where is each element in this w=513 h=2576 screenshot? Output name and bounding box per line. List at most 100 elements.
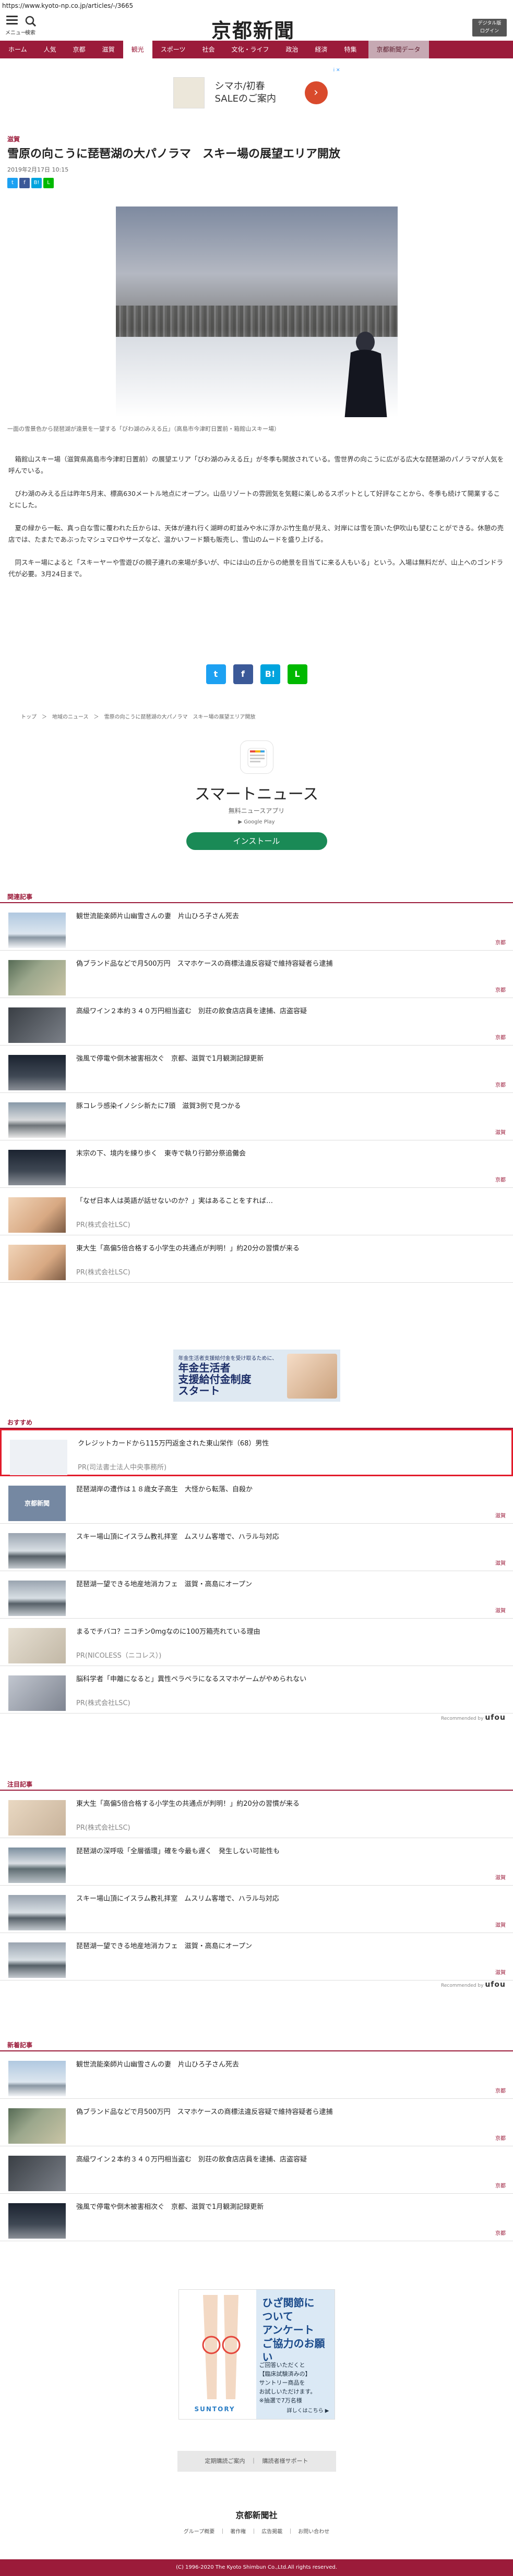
category-tag: 京都 [495, 1083, 506, 1088]
url-bar[interactable]: https://www.kyoto-np.co.jp/articles/-/36… [0, 0, 513, 11]
search-icon[interactable] [25, 16, 37, 27]
article-title: 雪原の向こうに琵琶湖の大パノラマ スキー場の展望エリア開放 [7, 148, 341, 161]
article-link-title[interactable]: 琵琶湖の深呼吸「全層循環」確を今最も遅く 発生しない可能性も [76, 1846, 506, 1857]
article-link-title[interactable]: 観世流能楽師片山幽雪さんの妻 片山ひろ子さん死去 [76, 2060, 506, 2070]
top-banner-ad[interactable]: i ✕ シマホ/初春 SALEのご案内 › [173, 68, 340, 115]
knee-survey-ad[interactable]: ひざ関節に ついて アンケート ご協力のお願い ご回答いただくと 【臨床試験済み… [178, 2289, 335, 2420]
person-figure [344, 332, 387, 417]
related-heading: 関連記事 [0, 892, 513, 903]
article-link-title[interactable]: 偽ブランド品などで月500万円 スマホケースの商標法違反容疑で維持容疑者ら逮捕 [76, 959, 506, 969]
site-logo[interactable]: 京都新聞 [211, 15, 295, 43]
pension-ad-photo [287, 1354, 337, 1399]
article-thumbnail [8, 1150, 66, 1185]
list-item[interactable]: 豚コレラ感染イノシシ新たに7頭 滋賀3例で見つかる 滋賀 [0, 1093, 513, 1140]
list-item[interactable]: 琵琶湖の深呼吸「全層循環」確を今最も遅く 発生しない可能性も滋賀 [0, 1838, 513, 1886]
hatena-share-icon[interactable]: B! [31, 178, 42, 188]
nav-item[interactable]: 人気 [35, 41, 65, 58]
nav-item[interactable]: 観光 [123, 41, 152, 58]
article-link-title[interactable]: 豚コレラ感染イノシシ新たに7頭 滋賀3例で見つかる [76, 1101, 506, 1112]
footer-links[interactable]: 定期購読ご案内 ｜ 購読者様サポート [177, 2451, 336, 2472]
category-tag: 滋賀 [495, 1608, 506, 1614]
list-item[interactable]: スキー場山頂にイスラム教礼拝室 ムスリム客増で、ハラル与対応 滋賀 [0, 1886, 513, 1933]
article-thumbnail [8, 1055, 66, 1090]
footer-nav[interactable]: グループ概要 ｜ 著作権 ｜ 広告掲載 ｜ お問い合わせ [0, 2527, 513, 2535]
article-link-title[interactable]: 「なぜ日本人は英語が話せないのか？」実はあることをすれば… [76, 1196, 506, 1207]
list-item[interactable]: 高級ワイン２本約３４０万円相当盗む 別荘の飲食店店員を逮捕、店盗容疑 京都 [0, 998, 513, 1046]
article-link-title[interactable]: 琵琶湖岸の遭作は１８歳女子高生 大怪から転落、自殺か [76, 1485, 506, 1495]
list-item[interactable]: 偽ブランド品などで月500万円 スマホケースの商標法違反容疑で維持容疑者ら逮捕京… [0, 2099, 513, 2146]
list-item[interactable]: 琵琶湖一望できる地産地消カフェ 滋賀・高島にオープン 滋賀 [0, 1933, 513, 1980]
category-tag: 滋賀 [495, 1875, 506, 1881]
category-tag: 京都 [495, 988, 506, 993]
sponsor-label: PR(株式会社LSC) [76, 1699, 130, 1707]
line-share-icon[interactable]: L [43, 178, 54, 188]
list-item[interactable]: 末宗の下、境内を練り歩く 東寺で執り行節分祭追儺会 京都 [0, 1140, 513, 1188]
list-item[interactable]: 琵琶湖一望できる地産地消カフェ 滋賀・高島にオープン滋賀 [0, 1571, 513, 1619]
list-item[interactable]: 東大生「高偏5倍合格する小学生の共通点が判明！」約20分の習慣が来る PR(株式会… [0, 1235, 513, 1283]
article-thumbnail [8, 1800, 66, 1836]
list-item[interactable]: 強風で停電や倒木被害相次ぐ 京都、滋賀で1月観測記録更新京都 [0, 1046, 513, 1093]
breadcrumb[interactable]: トップ ＞ 地域のニュース ＞ 雪原の向こうに琵琶湖の大パノラマ スキー場の展望… [0, 712, 513, 720]
list-item[interactable]: 東大生「高偏5倍合格する小学生の共通点が判明！」約20分の習慣が来る PR(株式会… [0, 1791, 513, 1838]
article-link-title[interactable]: 偽ブランド品などで月500万円 スマホケースの商標法違反容疑で維持容疑者ら逮捕 [76, 2107, 506, 2118]
nav-item[interactable]: 滋賀 [94, 41, 123, 58]
nav-item[interactable]: 経済 [307, 41, 336, 58]
hatena-share-icon[interactable]: B! [260, 664, 280, 684]
nav-item[interactable]: 特集 [336, 41, 365, 58]
article-link-title[interactable]: 東大生「高偏5倍合格する小学生の共通点が判明！」約20分の習慣が来る [76, 1244, 506, 1254]
article-link-title[interactable]: 東大生「高偏5倍合格する小学生の共通点が判明！」約20分の習慣が来る [76, 1799, 506, 1809]
hamburger-icon[interactable] [6, 16, 18, 27]
list-item[interactable]: 観世流能楽師片山幽雪さんの妻 片山ひろ子さん死去 京都 [0, 903, 513, 951]
facebook-share-icon[interactable]: f [19, 178, 30, 188]
copyright: (C) 1996-2020 The Kyoto Shimbun Co.,Ltd.… [0, 2559, 513, 2576]
article-link-title[interactable]: クレジットカードから115万円返金された東山栄作（68）男性 [78, 1439, 504, 1449]
nav-item[interactable]: ホーム [0, 41, 35, 58]
category-tag: 京都 [495, 2088, 506, 2094]
article-link-title[interactable]: 強風で停電や倒木被害相次ぐ 京都、滋賀で1月観測記録更新 [76, 1054, 506, 1064]
nav-item[interactable]: 京都 [65, 41, 94, 58]
article-link-title[interactable]: 高級ワイン２本約３４０万円相当盗む 別荘の飲食店店員を逮捕、店盗容疑 [76, 2155, 506, 2165]
list-item[interactable]: まるでチバコ？ニコチン0mgなのに100万箱売れている理由 PR(NICOLESS… [0, 1619, 513, 1666]
twitter-share-icon[interactable]: t [7, 178, 18, 188]
list-item[interactable]: スキー場山頂にイスラム教礼拝室 ムスリム客増で、ハラル与対応 滋賀 [0, 1524, 513, 1571]
list-item[interactable]: クレジットカードから115万円返金された東山栄作（68）男性 PR(司法書士法人中… [0, 1429, 513, 1476]
category-nav: ホーム 人気 京都 滋賀 観光 スポーツ 社会 文化・ライフ 政治 経済 特集 京都新聞データ [0, 41, 513, 58]
article-link-title[interactable]: 高級ワイン２本約３４０万円相当盗む 別荘の飲食店店員を逮捕、店盗容疑 [76, 1006, 506, 1017]
article-link-title[interactable]: 琵琶湖一望できる地産地消カフェ 滋賀・高島にオープン [76, 1941, 506, 1952]
twitter-share-icon[interactable]: t [206, 664, 226, 684]
line-share-icon[interactable]: L [287, 664, 307, 684]
facebook-share-icon[interactable]: f [233, 664, 253, 684]
knee-ad-body: ご回答いただくと 【臨床試験済みの】 サントリー商品を お試しいただけます。 ※… [259, 2362, 316, 2404]
nav-subscribe[interactable]: 京都新聞データ [368, 41, 429, 58]
pension-banner-ad[interactable]: 年金生活者支援給付金を受け取るために、 年金生活者 支援給付金制度 スタート [173, 1350, 340, 1402]
nav-item[interactable]: スポーツ [152, 41, 194, 58]
ad-arrow-icon[interactable]: › [304, 81, 328, 104]
list-item[interactable]: 偽ブランド品などで月500万円 スマホケースの商標法違反容疑で維持容疑者ら逮捕京… [0, 951, 513, 998]
digital-login-button[interactable]: デジタル版 ログイン [472, 19, 507, 37]
article-link-title[interactable]: 強風で停電や倒木被害相次ぐ 京都、滋賀で1月観測記録更新 [76, 2202, 506, 2213]
install-button[interactable]: インストール [186, 832, 327, 850]
article-link-title[interactable]: 琵琶湖一望できる地産地消カフェ 滋賀・高島にオープン [76, 1579, 506, 1590]
smartnews-promo[interactable]: スマートニュース 無料ニュースアプリ ▶ Google Play インストール [178, 740, 335, 850]
list-item[interactable]: 京都新聞 琵琶湖岸の遭作は１８歳女子高生 大怪から転落、自殺か 滋賀 [0, 1476, 513, 1524]
article-thumbnail [8, 1895, 66, 1930]
nav-item[interactable]: 政治 [278, 41, 307, 58]
recommend-credit: Recommended by ufou [440, 1714, 506, 1722]
list-item[interactable]: 強風で停電や倒木被害相次ぐ 京都、滋賀で1月観測記録更新 京都 [0, 2194, 513, 2241]
nav-item[interactable]: 社会 [194, 41, 223, 58]
article-link-title[interactable]: 脳科学者「申離になると」異性ペラペラになるスマホゲームがやめられない [76, 1674, 506, 1685]
list-item[interactable]: 高級ワイン２本約３４０万円相当盗む 別荘の飲食店店員を逮捕、店盗容疑 京都 [0, 2146, 513, 2194]
article-link-title[interactable]: スキー場山頂にイスラム教礼拝室 ムスリム客増で、ハラル与対応 [76, 1894, 506, 1904]
article-link-title[interactable]: スキー場山頂にイスラム教礼拝室 ムスリム客増で、ハラル与対応 [76, 1532, 506, 1542]
search-label: 検索 [25, 30, 35, 36]
article-link-title[interactable]: 観世流能楽師片山幽雪さんの妻 片山ひろ子さん死去 [76, 912, 506, 922]
article-link-title[interactable]: まるでチバコ？ニコチン0mgなのに100万箱売れている理由 [76, 1627, 506, 1637]
article-link-title[interactable]: 末宗の下、境内を練り歩く 東寺で執り行節分祭追儺会 [76, 1149, 506, 1159]
footer-logo[interactable]: 京都新聞社 [0, 2508, 513, 2521]
list-item[interactable]: 脳科学者「申離になると」異性ペラペラになるスマホゲームがやめられない PR(株式会… [0, 1666, 513, 1714]
nav-item[interactable]: 文化・ライフ [223, 41, 277, 58]
knee-ad-detail-link[interactable]: 詳しくはこちら ▶ [287, 2406, 329, 2414]
list-item[interactable]: 観世流能楽師片山幽雪さんの妻 片山ひろ子さん死去京都 [0, 2051, 513, 2099]
ad-info-icon[interactable]: i ✕ [333, 68, 340, 73]
list-item[interactable]: 「なぜ日本人は英語が話せないのか？」実はあることをすれば… PR(株式会社LSC) [0, 1188, 513, 1235]
